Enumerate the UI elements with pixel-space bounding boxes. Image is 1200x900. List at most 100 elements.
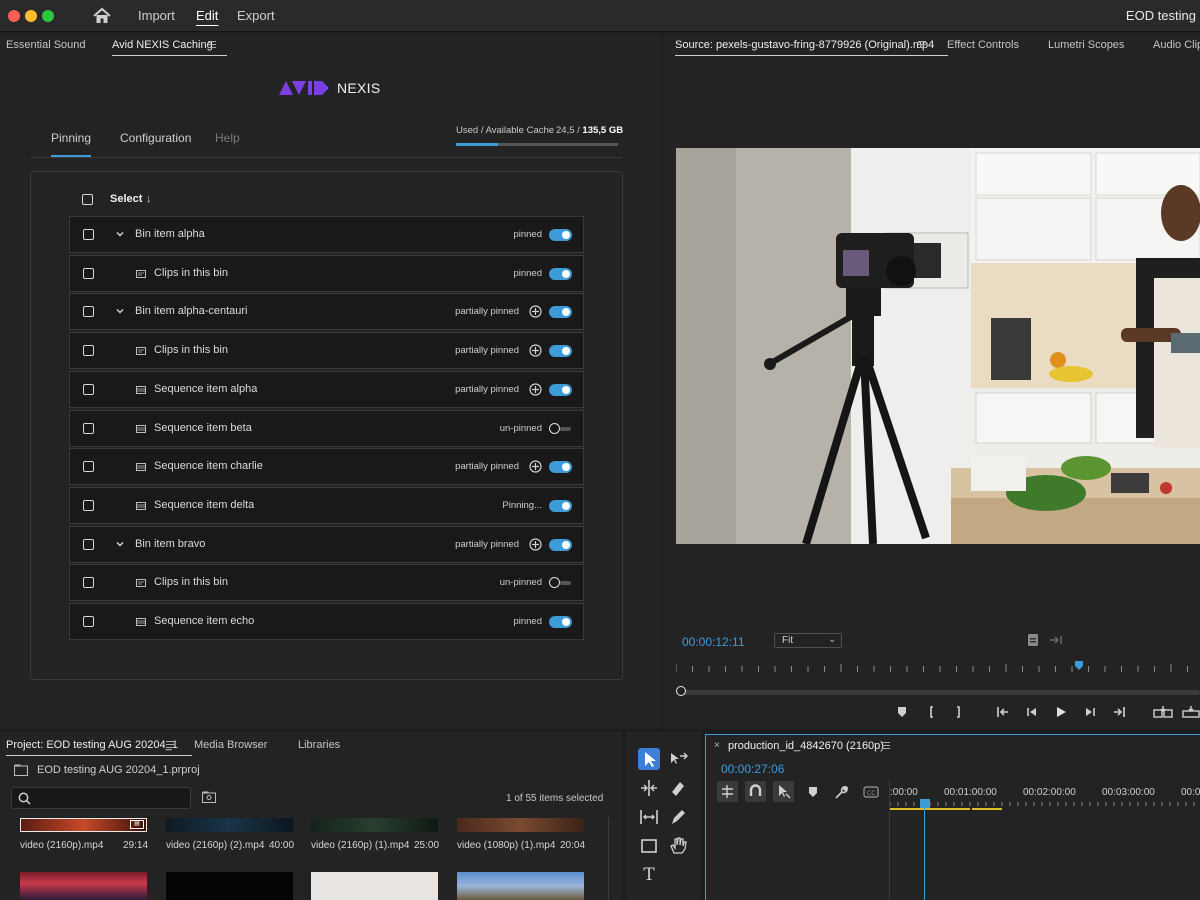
select-label[interactable]: Select xyxy=(110,193,142,205)
fit-dropdown[interactable]: Fit ⌄ xyxy=(774,633,842,648)
sequence-name[interactable]: production_id_4842670 (2160p) xyxy=(728,740,884,752)
settings-icon[interactable] xyxy=(1026,633,1040,647)
hand-tool-icon[interactable] xyxy=(667,835,689,857)
pinning-row[interactable]: Sequence item charlie partially pinned xyxy=(69,448,584,486)
subtab-pinning[interactable]: Pinning xyxy=(51,131,91,145)
tab-project[interactable]: Project: EOD testing AUG 20204_1 xyxy=(6,739,192,756)
mark-in-icon[interactable] xyxy=(925,705,939,719)
step-forward-icon[interactable] xyxy=(1083,705,1097,719)
captions-icon[interactable]: CC xyxy=(863,786,879,798)
zoom-scroll-bar[interactable] xyxy=(676,690,1200,695)
pin-toggle[interactable] xyxy=(549,345,572,358)
source-time-ruler[interactable] xyxy=(676,661,1200,673)
insert-icon[interactable] xyxy=(1153,705,1173,719)
menu-import[interactable]: Import xyxy=(138,8,175,23)
close-window-button[interactable] xyxy=(8,10,20,22)
row-checkbox[interactable] xyxy=(83,229,94,240)
pinning-row[interactable]: Sequence item beta un-pinned xyxy=(69,409,584,447)
step-back-icon[interactable] xyxy=(1025,705,1039,719)
insert-arrow-icon[interactable] xyxy=(1049,633,1063,647)
row-checkbox[interactable] xyxy=(83,538,94,550)
partial-pin-icon[interactable] xyxy=(529,537,542,551)
menu-export[interactable]: Export xyxy=(237,8,275,23)
thumbnail-2[interactable] xyxy=(166,818,293,832)
thumbnail-8[interactable] xyxy=(457,872,584,900)
select-all-checkbox[interactable] xyxy=(82,194,93,205)
timeline-menu-icon[interactable] xyxy=(882,742,890,749)
snap-button[interactable] xyxy=(745,781,766,802)
nest-toggle-button[interactable] xyxy=(717,781,738,802)
source-panel-menu-icon[interactable] xyxy=(918,41,926,48)
chevron-down-icon[interactable] xyxy=(116,307,124,315)
pinning-row[interactable]: Clips in this bin un-pinned xyxy=(69,564,584,602)
selection-tool[interactable] xyxy=(638,748,660,770)
row-checkbox[interactable] xyxy=(83,383,94,395)
partial-pin-icon[interactable] xyxy=(529,460,542,473)
row-checkbox[interactable] xyxy=(83,461,94,473)
thumbnail-6[interactable] xyxy=(166,872,293,900)
subtab-configuration[interactable]: Configuration xyxy=(120,131,191,145)
pinning-row[interactable]: Bin item alpha pinned xyxy=(69,216,584,253)
row-checkbox[interactable] xyxy=(83,616,94,627)
play-icon[interactable] xyxy=(1054,705,1068,719)
pin-toggle[interactable] xyxy=(549,229,572,241)
pin-toggle[interactable] xyxy=(549,267,572,280)
timeline-ruler[interactable] xyxy=(890,801,1200,811)
project-scrollbar[interactable] xyxy=(608,817,609,900)
minimize-window-button[interactable] xyxy=(25,10,37,22)
tab-audio-clip[interactable]: Audio Clip xyxy=(1153,39,1200,51)
thumbnail-4[interactable] xyxy=(457,818,584,832)
tab-effect-controls[interactable]: Effect Controls xyxy=(947,39,1019,51)
pinning-row[interactable]: Sequence item alpha partially pinned xyxy=(69,370,584,408)
subtab-help[interactable]: Help xyxy=(215,131,240,145)
zoom-window-button[interactable] xyxy=(42,10,54,22)
pin-toggle[interactable] xyxy=(549,461,572,474)
thumbnail-7[interactable] xyxy=(311,872,438,900)
pinning-row[interactable]: Sequence item echo pinned xyxy=(69,603,584,640)
panel-menu-icon[interactable] xyxy=(208,41,216,48)
row-checkbox[interactable] xyxy=(83,306,94,318)
pin-toggle[interactable] xyxy=(549,383,572,396)
track-select-tool-icon[interactable] xyxy=(667,748,689,770)
add-marker-icon[interactable] xyxy=(806,785,820,799)
overwrite-icon[interactable] xyxy=(1182,705,1200,719)
ripple-edit-tool-icon[interactable] xyxy=(638,777,660,799)
chevron-down-icon[interactable] xyxy=(116,540,124,548)
tab-source[interactable]: Source: pexels-gustavo-fring-8779926 (Or… xyxy=(675,39,949,56)
wrench-icon[interactable] xyxy=(833,784,849,800)
linked-selection-button[interactable] xyxy=(773,781,794,802)
row-checkbox[interactable] xyxy=(83,267,94,279)
pin-toggle[interactable] xyxy=(549,538,572,551)
pinning-row[interactable]: Clips in this bin pinned xyxy=(69,254,584,292)
row-checkbox[interactable] xyxy=(83,422,94,434)
tab-essential-sound[interactable]: Essential Sound xyxy=(6,39,86,51)
add-marker-icon[interactable] xyxy=(895,705,909,719)
slip-tool-icon[interactable] xyxy=(638,806,660,828)
pin-toggle[interactable] xyxy=(549,577,572,589)
rectangle-tool-icon[interactable] xyxy=(638,835,660,857)
pin-toggle[interactable] xyxy=(549,306,572,319)
row-checkbox[interactable] xyxy=(83,345,94,357)
timeline-playhead[interactable] xyxy=(920,799,930,808)
pinning-row[interactable]: Clips in this bin partially pinned xyxy=(69,332,584,370)
thumbnail-1[interactable]: ▤ xyxy=(20,818,147,832)
pen-tool-icon[interactable] xyxy=(667,806,689,828)
pin-toggle[interactable] xyxy=(549,499,572,512)
pin-toggle[interactable] xyxy=(549,616,572,628)
zoom-scroll-handle[interactable] xyxy=(676,686,686,696)
go-to-out-icon[interactable] xyxy=(1112,705,1126,719)
sort-arrow-icon[interactable]: ↓ xyxy=(146,193,152,205)
type-tool-icon[interactable]: T xyxy=(638,864,660,886)
row-checkbox[interactable] xyxy=(83,577,94,589)
partial-pin-icon[interactable] xyxy=(529,344,542,357)
go-to-in-icon[interactable] xyxy=(996,705,1010,719)
close-sequence-icon[interactable]: × xyxy=(714,740,720,751)
pinning-row[interactable]: Bin item bravo partially pinned xyxy=(69,525,584,563)
project-panel-menu-icon[interactable] xyxy=(166,741,174,748)
timeline-timecode[interactable]: 00:00:27:06 xyxy=(721,762,784,776)
home-icon[interactable] xyxy=(92,7,112,25)
tab-avid-nexis-caching[interactable]: Avid NEXIS Caching xyxy=(112,39,227,56)
pinning-row[interactable]: Bin item alpha-centauri partially pinned xyxy=(69,293,584,331)
tab-libraries[interactable]: Libraries xyxy=(298,739,340,751)
chevron-down-icon[interactable] xyxy=(116,230,124,238)
